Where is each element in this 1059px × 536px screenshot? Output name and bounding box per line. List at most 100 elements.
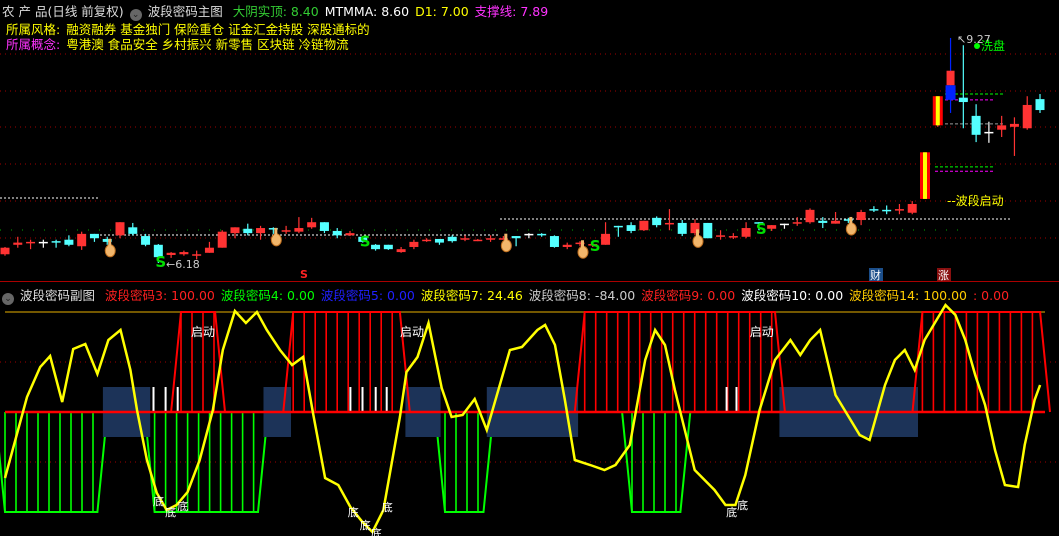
- candle-body: [779, 223, 789, 226]
- start-label: 启动: [400, 325, 424, 339]
- candle-body: [997, 125, 1007, 130]
- candle-body: [422, 239, 432, 242]
- buy-signal-s-icon: S: [756, 220, 767, 238]
- buy-signal-s-icon: S: [360, 233, 371, 251]
- candle-body: [549, 236, 559, 247]
- candle-body: [38, 241, 48, 244]
- red-zone-outline: [282, 311, 411, 413]
- start-label: 启动: [191, 325, 215, 339]
- candle-body: [971, 115, 981, 135]
- candle-body: [409, 241, 419, 247]
- green-zone-outline: [0, 411, 109, 513]
- candle-body: [230, 227, 240, 234]
- panel-divider[interactable]: [0, 281, 1059, 282]
- hand-pointer-icon: [274, 227, 278, 236]
- candle-body: [958, 97, 968, 103]
- yellow-oscillator-line: [3, 302, 1042, 535]
- candle-body: [652, 217, 662, 226]
- candle-body: [856, 212, 866, 221]
- candle-body: [460, 238, 470, 240]
- candle-body: [626, 225, 636, 231]
- candle-body: [767, 225, 777, 229]
- sub_header-value-6: 波段密码10: 0.00: [741, 288, 844, 303]
- signal-candle-core: [935, 96, 940, 126]
- neutral-zone-box: [779, 387, 918, 437]
- buy-signal-s-icon: S: [155, 253, 166, 271]
- sub-header: ⌄ 波段密码副图 波段密码3: 100.00 波段密码4: 0.00 波段密码5: 0…: [2, 285, 1021, 305]
- neutral-zone-box: [102, 387, 151, 437]
- candle-body: [13, 242, 23, 245]
- finance-badge-label: 财: [870, 268, 881, 281]
- candle-body: [613, 225, 623, 228]
- low-price-label: ←6.18: [166, 258, 200, 271]
- bottom-label: 底: [371, 526, 382, 536]
- bottom-label: 底: [153, 494, 164, 508]
- candle-body: [0, 247, 10, 255]
- green-zone-outline: [621, 411, 692, 513]
- candle-body: [946, 70, 955, 86]
- candle-body: [869, 209, 879, 211]
- sub_header-value-2: 波段密码5: 0.00: [320, 288, 415, 303]
- candle-body: [345, 233, 355, 236]
- wash-dot-icon: [974, 43, 980, 49]
- candle-body: [256, 228, 266, 234]
- signal-candle-core: [923, 152, 927, 199]
- candle-body: [332, 230, 342, 236]
- candle-body: [204, 247, 214, 253]
- candle-body: [1022, 104, 1032, 129]
- candle-body: [741, 228, 751, 237]
- candle-body: [473, 239, 483, 242]
- sell-signal-icon: S: [300, 268, 308, 281]
- candle-body: [77, 233, 87, 247]
- candle-body: [26, 241, 36, 244]
- sub-indicator-name[interactable]: 波段密码副图: [20, 288, 95, 303]
- candle-body: [664, 222, 674, 225]
- candle-body: [894, 209, 904, 211]
- candle-body: [601, 233, 611, 245]
- sub_header-value-5: 波段密码9: 0.00: [641, 288, 736, 303]
- candle-body: [307, 222, 317, 228]
- bottom-label: 底: [165, 505, 176, 519]
- candle-body: [51, 241, 61, 243]
- candle-body: [1009, 123, 1019, 127]
- candle-body: [281, 230, 291, 232]
- hand-pointer-icon: [849, 216, 853, 225]
- candle-body: [639, 220, 649, 231]
- bottom-label: 底: [177, 499, 188, 513]
- bottom-label: 底: [382, 500, 393, 514]
- candle-body: [243, 228, 253, 234]
- candle-body: [945, 85, 956, 100]
- bottom-label: 底: [360, 518, 371, 532]
- candle-body: [907, 204, 917, 213]
- candle-body: [319, 222, 329, 231]
- candle-body: [383, 244, 393, 250]
- candle-body: [434, 238, 444, 243]
- red-zone-outline: [170, 311, 226, 413]
- wave-start-label: --波段启动: [947, 193, 1004, 208]
- candle-body: [984, 131, 994, 134]
- candle-body: [192, 254, 202, 256]
- green-zone-outline: [434, 411, 495, 513]
- candle-body: [703, 222, 713, 239]
- sub_header-value-4: 波段密码8: -84.00: [528, 288, 636, 303]
- candle-body: [728, 236, 738, 238]
- neutral-zone-box: [486, 387, 579, 437]
- neutral-zone-box: [405, 387, 441, 437]
- sub_header-value-7: 波段密码14: 100.00: [849, 288, 967, 303]
- bottom-label: 底: [737, 498, 748, 512]
- wash-label: 洗盘: [981, 38, 1005, 53]
- candle-body: [447, 236, 457, 242]
- bottom-label: 底: [348, 505, 359, 519]
- main-price-chart[interactable]: SS SS←6.18↖9.27洗盘--波段启动S 财涨: [0, 0, 1059, 281]
- candle-body: [64, 239, 74, 245]
- red-zone-outline: [573, 311, 786, 413]
- candle-body: [1035, 99, 1045, 111]
- candle-body: [716, 235, 726, 237]
- candle-body: [115, 222, 125, 236]
- candle-body: [537, 233, 547, 236]
- candle-body: [396, 249, 406, 253]
- chevron-down-icon[interactable]: ⌄: [2, 293, 14, 305]
- candle-body: [486, 238, 496, 240]
- hand-pointer-icon: [504, 233, 508, 242]
- candle-body: [371, 244, 381, 250]
